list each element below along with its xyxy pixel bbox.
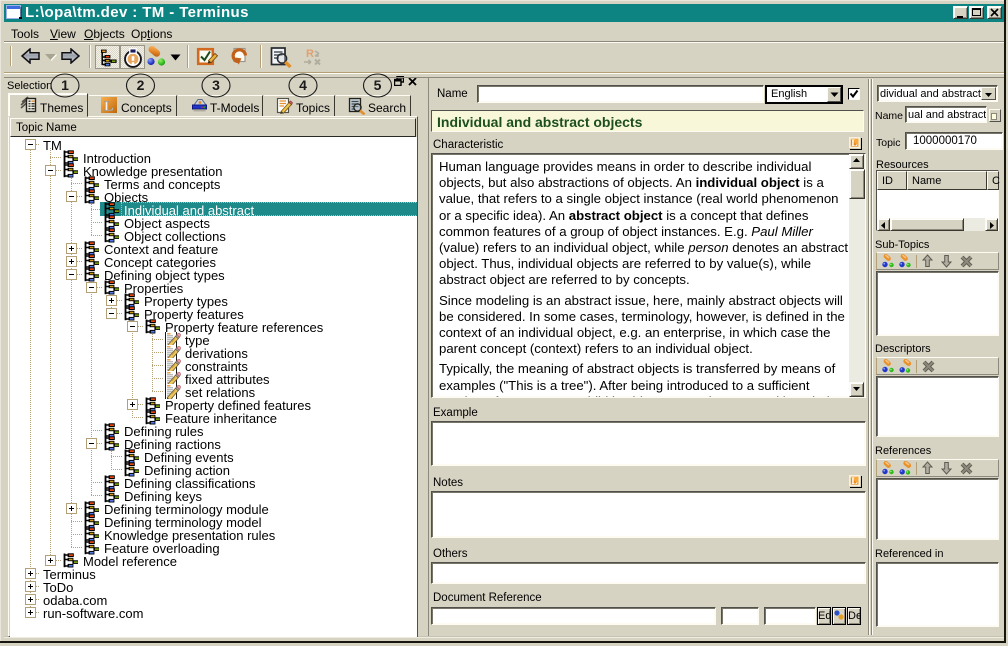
svg-text:4: 4 <box>299 77 307 93</box>
svg-text:2: 2 <box>137 77 145 93</box>
svg-text:L: L <box>851 477 857 487</box>
svg-text:5: 5 <box>374 77 382 93</box>
svg-text:L: L <box>851 139 857 149</box>
svg-text:1: 1 <box>61 77 69 93</box>
svg-text:3: 3 <box>212 77 220 93</box>
